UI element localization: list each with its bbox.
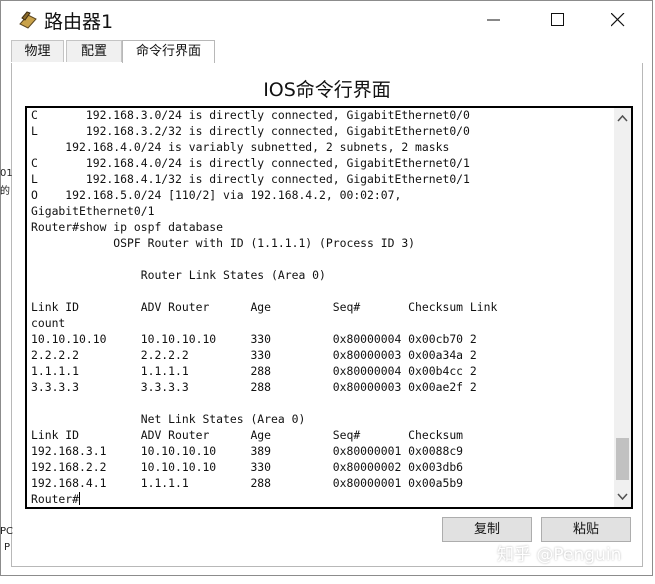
terminal-line: GigabitEthernet0/1: [31, 204, 155, 218]
terminal-line: 192.168.4.1 1.1.1.1 288 0x80000001 0x00a…: [31, 476, 464, 490]
copy-button[interactable]: 复制: [442, 517, 532, 542]
terminal-line: 192.168.3.1 10.10.10.10 389 0x80000001 0…: [31, 444, 464, 458]
maximize-button[interactable]: [535, 5, 581, 35]
terminal-scrollbar[interactable]: [614, 108, 631, 507]
router-app-icon: [19, 11, 37, 29]
terminal-line: Net Link States (Area 0): [140, 412, 306, 426]
desktop-label-fragment: 01: [0, 168, 13, 179]
paste-button[interactable]: 粘贴: [541, 517, 631, 542]
terminal-line: 1.1.1.1 1.1.1.1 288 0x80000004 0x00b4cc …: [31, 364, 477, 378]
text-cursor: [79, 492, 81, 505]
terminal-line: Router Link States (Area 0): [140, 268, 326, 282]
tab-physical[interactable]: 物理: [11, 40, 64, 62]
window-title: 路由器1: [44, 11, 114, 33]
terminal-line: 192.168.2.2 10.10.10.10 330 0x80000002 0…: [31, 460, 464, 474]
terminal-output: C 192.168.3.0/24 is directly connected, …: [31, 108, 611, 507]
desktop-label-fragment: 的: [0, 186, 10, 197]
terminal-console[interactable]: C 192.168.3.0/24 is directly connected, …: [25, 106, 633, 509]
watermark: 知乎 @Penguin: [497, 545, 622, 565]
tab-bar: 物理 配置 命令行界面: [11, 40, 643, 64]
minimize-icon: [487, 19, 500, 21]
maximize-icon: [551, 13, 564, 26]
cli-panel: IOS命令行界面 C 192.168.3.0/24 is directly co…: [11, 63, 643, 567]
terminal-line: 2.2.2.2 2.2.2.2 330 0x80000003 0x00a34a …: [31, 348, 477, 362]
terminal-line: 192.168.4.0/24 is variably subnetted, 2 …: [65, 140, 450, 154]
terminal-line: 10.10.10.10 10.10.10.10 330 0x80000004 0…: [31, 332, 477, 346]
terminal-line: L 192.168.4.1/32 is directly connected, …: [31, 172, 470, 186]
terminal-line: count: [31, 316, 66, 330]
router-window: 路由器1 物理 配置 命令行界面 IOS命令行界面 C 192.168.3.0/…: [0, 0, 653, 576]
terminal-prompt: Router#: [31, 492, 80, 506]
terminal-line: Link ID ADV Router Age Seq# Checksum: [31, 428, 464, 442]
terminal-line: Link ID ADV Router Age Seq# Checksum Lin…: [31, 300, 498, 314]
terminal-line: 3.3.3.3 3.3.3.3 288 0x80000003 0x00ae2f …: [31, 380, 477, 394]
cli-heading: IOS命令行界面: [263, 79, 391, 101]
terminal-line: C 192.168.4.0/24 is directly connected, …: [31, 156, 470, 170]
terminal-lines: C 192.168.3.0/24 is directly connected, …: [31, 108, 497, 490]
terminal-line: OSPF Router with ID (1.1.1.1) (Process I…: [113, 236, 416, 250]
minimize-button[interactable]: [471, 5, 517, 35]
close-icon: [611, 13, 625, 27]
scroll-down-icon[interactable]: [614, 488, 631, 505]
terminal-line: L 192.168.3.2/32 is directly connected, …: [31, 124, 470, 138]
terminal-line: C 192.168.3.0/24 is directly connected, …: [31, 108, 470, 122]
terminal-line: O 192.168.5.0/24 [110/2] via 192.168.4.2…: [31, 188, 402, 202]
tab-config[interactable]: 配置: [66, 40, 122, 62]
close-button[interactable]: [595, 5, 641, 35]
title-bar[interactable]: 路由器1: [1, 1, 652, 39]
tab-cli[interactable]: 命令行界面: [122, 40, 215, 64]
scrollbar-thumb[interactable]: [616, 438, 629, 480]
scroll-up-icon[interactable]: [614, 110, 631, 127]
desktop-label-fragment: P: [4, 542, 11, 553]
terminal-line: Router#show ip ospf database: [31, 220, 224, 234]
desktop-label-fragment: PC: [0, 526, 14, 537]
